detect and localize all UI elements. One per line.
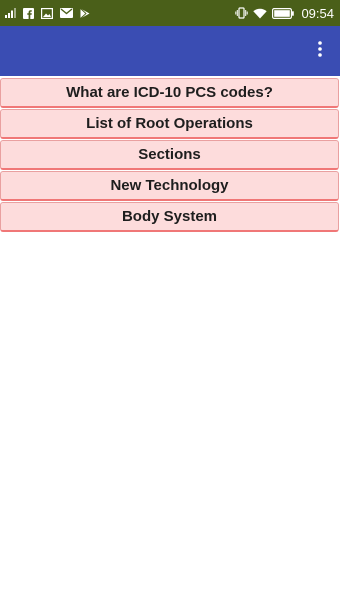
more-options-button[interactable] — [310, 39, 330, 63]
play-store-icon — [80, 7, 90, 19]
menu-item-body-system[interactable]: Body System — [0, 202, 339, 232]
vibrate-icon — [235, 7, 249, 19]
app-bar — [0, 26, 340, 76]
status-time: 09:54 — [301, 5, 334, 21]
menu-item-sections[interactable]: Sections — [0, 140, 339, 170]
signal-icon — [5, 8, 16, 18]
battery-icon — [272, 7, 295, 19]
menu-item-new-technology[interactable]: New Technology — [0, 171, 339, 201]
status-bar: 09:54 — [0, 0, 340, 26]
more-vertical-icon — [318, 40, 322, 62]
system-icons: 09:54 — [235, 6, 334, 21]
notification-icons — [5, 7, 90, 19]
menu-list: What are ICD-10 PCS codes? List of Root … — [0, 78, 340, 233]
menu-item-root-operations[interactable]: List of Root Operations — [0, 109, 339, 139]
image-icon — [41, 7, 53, 19]
gmail-icon — [60, 8, 73, 18]
menu-item-icd10-pcs-codes[interactable]: What are ICD-10 PCS codes? — [0, 78, 339, 108]
facebook-icon — [23, 7, 34, 19]
wifi-icon — [253, 8, 268, 19]
